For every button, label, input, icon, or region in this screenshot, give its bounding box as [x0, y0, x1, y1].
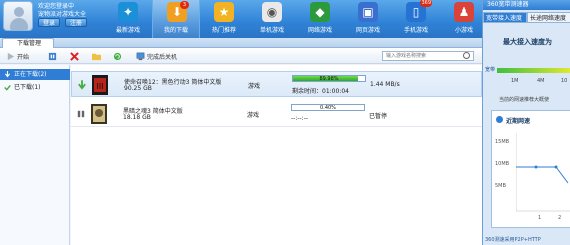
- play-icon: [7, 52, 15, 60]
- progress-bar: 89.98%: [292, 75, 366, 82]
- start-button[interactable]: 开始: [6, 51, 29, 61]
- nav-item-hot-recommend[interactable]: ★ 热门推荐: [200, 0, 248, 38]
- hot-recommend-icon: ★: [214, 2, 234, 22]
- user-subtitle-text: 宠物派对游戏大全: [38, 11, 87, 18]
- download-arrow-icon: [4, 71, 11, 78]
- joystick-icon: ♟: [454, 2, 474, 22]
- sidebar-item-downloading[interactable]: 正在下载(2): [0, 69, 70, 80]
- scale-tick: 10: [561, 78, 568, 84]
- download-list: III 使命召唤12：黑色行动3 简体中文版 90.25 GB 游戏 89.98…: [71, 65, 482, 245]
- nav-item-new-games[interactable]: ✦ 最新游戏: [104, 0, 152, 38]
- list-item[interactable]: 黑暗之魂3 简体中文版 18.18 GB 游戏 0.40% --:--:-- 已…: [71, 101, 482, 127]
- tab-download-manager[interactable]: 下载管理: [2, 38, 54, 48]
- online-games-icon: ◆: [310, 2, 330, 22]
- y-tick-label: 10MB: [495, 161, 510, 167]
- refresh-icon[interactable]: [113, 52, 122, 61]
- avatar[interactable]: [3, 1, 33, 31]
- bandwidth-scale: [497, 68, 570, 73]
- chart-title: 近期网速: [506, 118, 531, 125]
- nav-label: 网络游戏: [307, 27, 332, 34]
- speed-line-plot: [516, 133, 570, 212]
- computer-icon: [136, 52, 145, 60]
- sidebar-label: 已下载(1): [14, 84, 41, 91]
- y-tick-label: 5MB: [495, 183, 506, 189]
- downloading-arrow-icon: [78, 80, 86, 90]
- max-speed-heading: 最大接入速度为: [503, 38, 552, 46]
- nav-item-mini-games[interactable]: ♟ 小游戏: [440, 0, 488, 38]
- x-tick-label: 1: [538, 215, 542, 221]
- nav-item-my-downloads[interactable]: ⬇ 3 我的下载: [152, 0, 200, 38]
- speed-test-panel: 360宽带测速器 宽带接入速度 长途网络速度 最大接入速度为 宽带 1M 4M …: [482, 0, 570, 245]
- download-sidebar: 正在下载(2) 已下载(1): [0, 65, 70, 245]
- chart-bullet-icon: [496, 116, 503, 123]
- game-size: 90.25 GB: [124, 85, 152, 92]
- x-tick-label: 2: [558, 215, 562, 221]
- nav-label: 手机游戏: [403, 27, 428, 34]
- game-type: 游戏: [247, 112, 260, 119]
- mobile-games-badge: 369: [420, 0, 432, 7]
- login-button[interactable]: 登录: [38, 18, 61, 27]
- status-text: 已暂停: [369, 113, 388, 120]
- panel-tabbar: [0, 38, 482, 48]
- game-type: 游戏: [248, 83, 261, 90]
- speed-test-title: 360宽带测速器: [483, 0, 570, 10]
- nav-item-web-games[interactable]: ▣ 网页游戏: [344, 0, 392, 38]
- pause-icon[interactable]: [48, 52, 57, 61]
- search-icon[interactable]: [463, 52, 470, 59]
- nav-label: 网页游戏: [355, 27, 380, 34]
- shutdown-label: 完成后关机: [147, 53, 178, 61]
- nav-label: 小游戏: [454, 27, 473, 34]
- game-cover-icon: III: [92, 75, 108, 95]
- main-nav: ✦ 最新游戏 ⬇ 3 我的下载 ★ 热门推荐 ◉ 单机游戏 ◆ 网络游戏 ▣ 网…: [104, 0, 488, 38]
- tab-long-distance-speed[interactable]: 长途网络速度: [527, 12, 570, 23]
- start-label: 开始: [17, 53, 30, 61]
- downloads-badge: 3: [180, 1, 189, 9]
- paused-icon: [77, 110, 85, 118]
- game-size: 18.18 GB: [123, 114, 151, 121]
- nav-label: 最新游戏: [115, 27, 140, 34]
- nav-label: 单机游戏: [259, 27, 284, 34]
- nav-item-single-player[interactable]: ◉ 单机游戏: [248, 0, 296, 38]
- new-games-icon: ✦: [118, 2, 138, 22]
- avatar-body-icon: [10, 18, 28, 30]
- nav-label: 我的下载: [163, 27, 188, 34]
- download-toolbar: 开始 完成后关机: [0, 48, 482, 64]
- nav-item-online-games[interactable]: ◆ 网络游戏: [296, 0, 344, 38]
- avatar-head-icon: [14, 7, 24, 17]
- remaining-time: --:--:--: [291, 115, 309, 122]
- speed-test-tabs: 宽带接入速度 长途网络速度: [483, 12, 570, 23]
- speed-test-footer: 360测速采用P2P+HTTP: [485, 237, 541, 243]
- shutdown-after-complete-checkbox[interactable]: 完成后关机: [136, 51, 177, 61]
- tab-access-speed[interactable]: 宽带接入速度: [483, 12, 527, 23]
- progress-text: 0.40%: [320, 105, 336, 111]
- svg-text:III: III: [96, 82, 103, 91]
- register-button[interactable]: 注册: [65, 18, 88, 27]
- search-input[interactable]: [382, 51, 474, 61]
- bandwidth-label: 宽带: [485, 67, 496, 73]
- recent-speed-chart: 近期网速 15MB 10MB 5MB 1 2: [491, 110, 570, 228]
- folder-icon[interactable]: [92, 52, 101, 61]
- y-tick-label: 15MB: [495, 139, 510, 145]
- list-item[interactable]: III 使命召唤12：黑色行动3 简体中文版 90.25 GB 游戏 89.98…: [71, 71, 482, 97]
- nav-item-mobile-games[interactable]: ▯ 369 手机游戏: [392, 0, 440, 38]
- download-speed: 1.44 MB/s: [370, 81, 400, 88]
- speed-note: 当前的网速推荐大概使: [499, 97, 550, 103]
- scale-tick: 4M: [537, 78, 545, 84]
- delete-icon[interactable]: [70, 52, 79, 61]
- web-games-icon: ▣: [358, 2, 378, 22]
- remaining-time: 剩余时间：01:00:04: [292, 88, 349, 95]
- progress-bar: 0.40%: [291, 104, 365, 111]
- download-manager-panel: 下载管理 开始 完成后关机 正在下载(2) 已下载(1) III 使命召: [0, 38, 482, 245]
- scale-tick: 1M: [511, 78, 519, 84]
- sidebar-item-downloaded[interactable]: 已下载(1): [0, 82, 70, 93]
- gamepad-icon: ◉: [262, 2, 282, 22]
- check-icon: [4, 84, 11, 91]
- progress-text: 89.98%: [319, 76, 339, 82]
- app-header: 欢迎您登录中 宠物派对游戏大全 登录 注册 ✦ 最新游戏 ⬇ 3 我的下载 ★ …: [0, 0, 482, 38]
- sidebar-label: 正在下载(2): [14, 71, 47, 78]
- nav-label: 热门推荐: [211, 27, 236, 34]
- game-cover-icon: [91, 104, 107, 124]
